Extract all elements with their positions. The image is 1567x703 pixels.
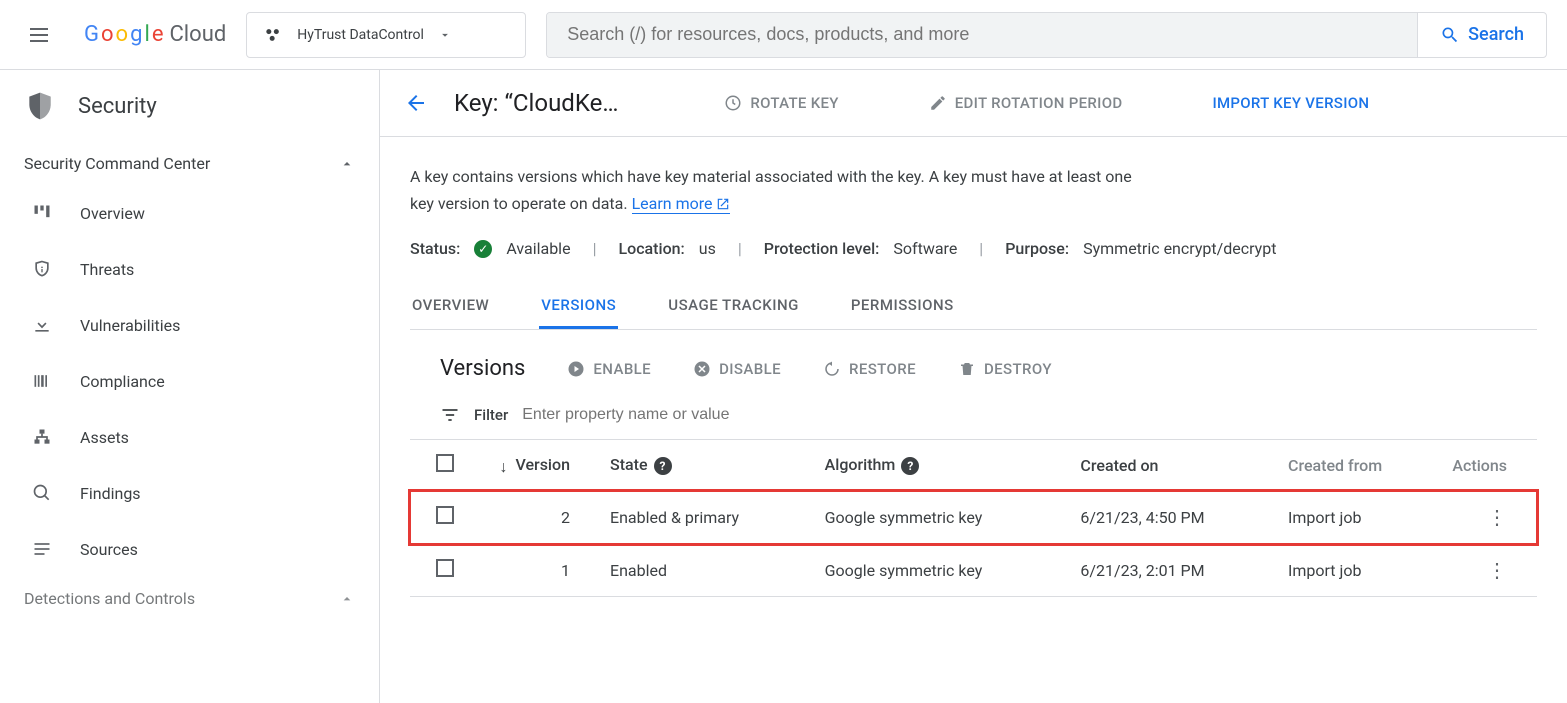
col-actions: Actions xyxy=(1442,440,1537,491)
clock-icon xyxy=(724,94,742,112)
col-state[interactable]: State? xyxy=(600,440,815,491)
versions-heading: Versions xyxy=(440,356,525,381)
search-input[interactable] xyxy=(547,13,1417,57)
col-created[interactable]: Created on xyxy=(1070,440,1278,491)
row-checkbox[interactable] xyxy=(436,559,454,577)
key-description: A key contains versions which have key m… xyxy=(410,163,1150,217)
arrow-down-icon: ↓ xyxy=(499,457,507,477)
import-key-button[interactable]: IMPORT KEY VERSION xyxy=(1208,88,1373,118)
select-all-checkbox[interactable] xyxy=(436,454,454,472)
external-link-icon xyxy=(716,197,730,211)
col-version[interactable]: ↓Version xyxy=(480,440,600,491)
cell-from: Import job xyxy=(1278,491,1442,544)
sidebar-title: Security xyxy=(78,94,157,119)
search-bar: Search xyxy=(546,12,1547,58)
versions-toolbar: Versions ENABLE DISABLE RESTORE DESTROY xyxy=(410,330,1537,391)
cell-algorithm: Google symmetric key xyxy=(815,544,1071,597)
cancel-circle-icon xyxy=(693,360,711,378)
hex-icon xyxy=(263,25,283,45)
sidebar-item-assets[interactable]: Assets xyxy=(0,409,379,465)
filter-label: Filter xyxy=(474,406,508,424)
chevron-down-icon xyxy=(438,28,452,42)
chevron-up-icon xyxy=(339,156,355,172)
tab-usage-tracking[interactable]: USAGE TRACKING xyxy=(666,284,801,329)
sidebar-item-sources[interactable]: Sources xyxy=(0,521,379,577)
sitemap-icon xyxy=(30,425,54,449)
cell-created: 6/21/23, 4:50 PM xyxy=(1070,491,1278,544)
sidebar: Security Security Command Center Overvie… xyxy=(0,70,380,703)
row-checkbox[interactable] xyxy=(436,506,454,524)
list-icon xyxy=(30,537,54,561)
tabs: OVERVIEW VERSIONS USAGE TRACKING PERMISS… xyxy=(410,284,1537,330)
search-icon xyxy=(1440,25,1460,45)
section-detections-controls[interactable]: Detections and Controls xyxy=(0,577,379,620)
cell-created: 6/21/23, 2:01 PM xyxy=(1070,544,1278,597)
tab-permissions[interactable]: PERMISSIONS xyxy=(849,284,956,329)
page-title: Key: “CloudKe… xyxy=(454,89,618,117)
help-icon[interactable]: ? xyxy=(654,457,672,475)
col-algorithm[interactable]: Algorithm? xyxy=(815,440,1071,491)
check-circle-icon: ✓ xyxy=(474,240,492,258)
disable-button[interactable]: DISABLE xyxy=(693,360,781,378)
destroy-button[interactable]: DESTROY xyxy=(958,360,1052,378)
table-row[interactable]: 1EnabledGoogle symmetric key6/21/23, 2:0… xyxy=(410,544,1537,597)
top-bar: Google Cloud HyTrust DataControl Search xyxy=(0,0,1567,70)
barcode-icon xyxy=(30,369,54,393)
play-circle-icon xyxy=(567,360,585,378)
col-from[interactable]: Created from xyxy=(1278,440,1442,491)
tab-versions[interactable]: VERSIONS xyxy=(539,284,618,329)
tab-overview[interactable]: OVERVIEW xyxy=(410,284,491,329)
edit-rotation-button[interactable]: EDIT ROTATION PERIOD xyxy=(925,88,1127,118)
globe-search-icon xyxy=(30,481,54,505)
cell-from: Import job xyxy=(1278,544,1442,597)
project-picker[interactable]: HyTrust DataControl xyxy=(246,12,526,58)
rotate-key-button[interactable]: ROTATE KEY xyxy=(720,88,842,118)
learn-more-link[interactable]: Learn more xyxy=(632,194,731,214)
search-button[interactable]: Search xyxy=(1417,13,1546,57)
cell-algorithm: Google symmetric key xyxy=(815,491,1071,544)
enable-button[interactable]: ENABLE xyxy=(567,360,651,378)
sidebar-item-threats[interactable]: Threats xyxy=(0,241,379,297)
dashboard-icon xyxy=(30,201,54,225)
sidebar-header: Security xyxy=(0,70,379,142)
download-icon xyxy=(30,313,54,337)
cell-version: 1 xyxy=(480,544,600,597)
filter-icon[interactable] xyxy=(440,405,460,425)
trash-icon xyxy=(958,360,976,378)
versions-table: ↓Version State? Algorithm? Created on Cr… xyxy=(410,439,1537,597)
sidebar-item-compliance[interactable]: Compliance xyxy=(0,353,379,409)
chevron-up-icon xyxy=(339,591,355,607)
shield-icon xyxy=(24,90,56,122)
google-cloud-logo[interactable]: Google Cloud xyxy=(84,22,226,47)
shield-outline-icon xyxy=(30,257,54,281)
sidebar-item-overview[interactable]: Overview xyxy=(0,185,379,241)
section-security-command-center[interactable]: Security Command Center xyxy=(0,142,379,185)
cell-state: Enabled & primary xyxy=(600,491,815,544)
restore-icon xyxy=(823,360,841,378)
filter-input[interactable] xyxy=(522,406,1507,424)
sidebar-item-vulnerabilities[interactable]: Vulnerabilities xyxy=(0,297,379,353)
filter-row: Filter xyxy=(410,391,1537,439)
hamburger-menu-icon[interactable] xyxy=(20,13,64,57)
key-meta: Status: ✓ Available | Location:us | Prot… xyxy=(410,239,1537,258)
sidebar-item-findings[interactable]: Findings xyxy=(0,465,379,521)
table-row[interactable]: 2Enabled & primaryGoogle symmetric key6/… xyxy=(410,491,1537,544)
cell-state: Enabled xyxy=(600,544,815,597)
back-arrow-icon[interactable] xyxy=(404,91,428,115)
page-header: Key: “CloudKe… ROTATE KEY EDIT ROTATION … xyxy=(380,70,1567,137)
more-vert-icon[interactable]: ⋮ xyxy=(1487,505,1507,529)
more-vert-icon[interactable]: ⋮ xyxy=(1487,558,1507,582)
restore-button[interactable]: RESTORE xyxy=(823,360,916,378)
project-name: HyTrust DataControl xyxy=(297,27,424,43)
help-icon[interactable]: ? xyxy=(901,457,919,475)
main-content: Key: “CloudKe… ROTATE KEY EDIT ROTATION … xyxy=(380,70,1567,703)
cell-version: 2 xyxy=(480,491,600,544)
pencil-icon xyxy=(929,94,947,112)
